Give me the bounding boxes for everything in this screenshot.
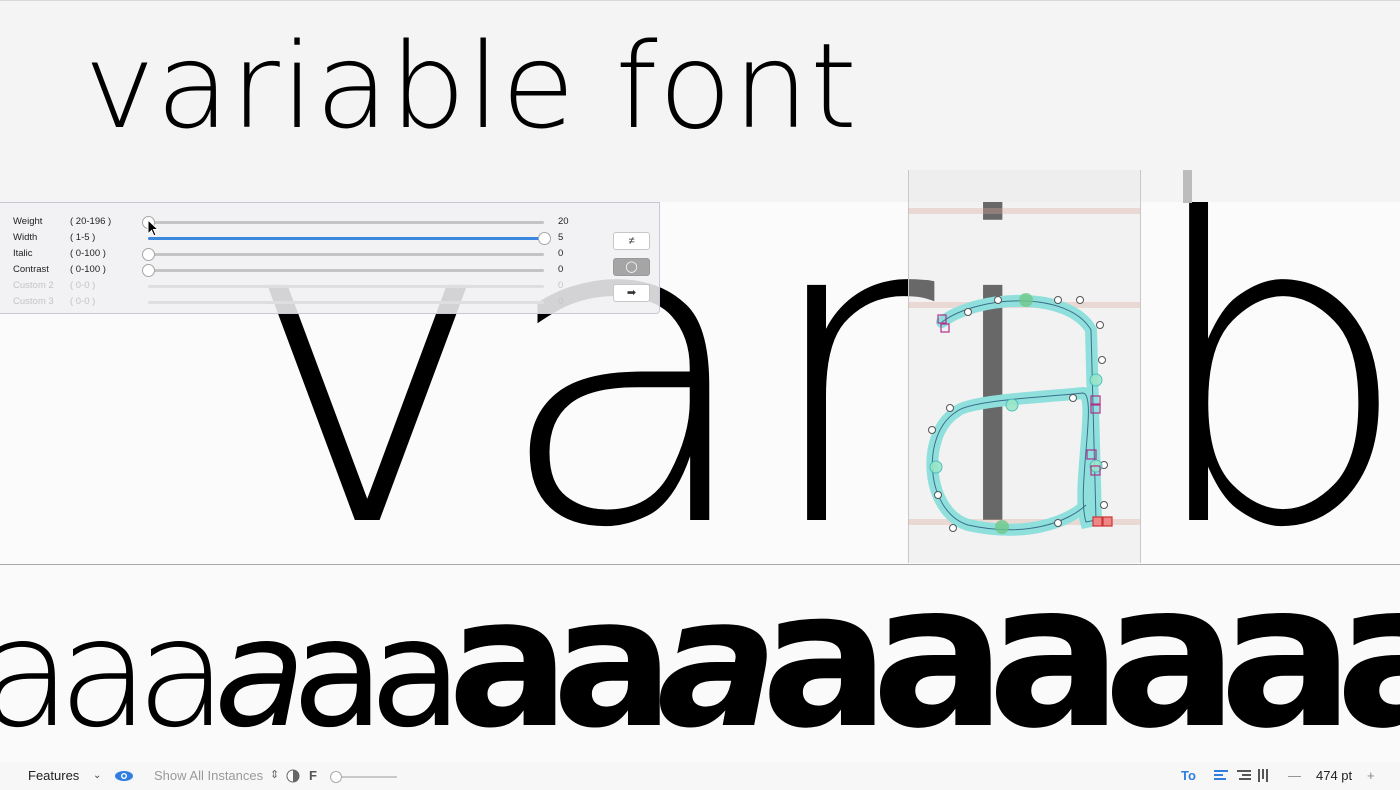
axis-slider-fill	[148, 237, 544, 240]
axis-range: ( 0-0 )	[70, 280, 96, 291]
axis-row-width: Width ( 1-5 ) 5	[0, 229, 600, 245]
eye-icon[interactable]	[114, 770, 134, 782]
instances-waterfall: aaaaaaaaaaaaaaaaaaaaaa	[0, 565, 1400, 755]
variation-axes-panel: Weight ( 20-196 ) 20 Width ( 1-5 ) 5 Ita…	[0, 202, 660, 314]
zoom-out-button[interactable]: —	[1288, 768, 1301, 783]
updown-arrows-icon[interactable]: ⇕	[270, 768, 279, 781]
waterfall-glyph: a	[448, 565, 569, 755]
axis-value: 20	[558, 216, 569, 227]
axis-value: 0	[558, 296, 564, 307]
axis-row-italic: Italic ( 0-100 ) 0	[0, 245, 600, 261]
axis-slider-knob[interactable]	[142, 264, 155, 277]
chevron-down-icon[interactable]: ⌄	[93, 770, 101, 781]
axis-label: Custom 3	[13, 296, 54, 307]
axis-label: Width	[13, 232, 38, 243]
preview-size-slider[interactable]	[330, 771, 397, 783]
axis-row-weight: Weight ( 20-196 ) 20	[0, 213, 600, 229]
waterfall-glyph: a	[552, 565, 673, 755]
font-size-value[interactable]: 474 pt	[1316, 768, 1352, 783]
axis-range: ( 1-5 )	[70, 232, 96, 243]
axis-row-custom3: Custom 3 ( 0-0 ) 0	[0, 293, 600, 309]
glyph-outline-fill	[926, 294, 1103, 536]
status-bar: Features ⌄ Show All Instances ⇕ F To — 4…	[0, 762, 1400, 790]
axis-value: 5	[558, 232, 564, 243]
align-right-icon[interactable]	[1237, 770, 1251, 782]
align-left-icon[interactable]	[1214, 770, 1228, 782]
preview-title-text: variable font	[84, 19, 859, 156]
axis-slider-knob[interactable]	[538, 232, 551, 245]
axis-range: ( 0-100 )	[70, 248, 106, 259]
waterfall-glyph: a	[657, 565, 778, 755]
axis-value: 0	[558, 280, 564, 291]
contrast-icon[interactable]	[286, 769, 300, 783]
overflow-marker	[1183, 170, 1192, 203]
axis-slider[interactable]	[142, 248, 544, 261]
features-menu[interactable]: Features	[28, 768, 79, 783]
axis-slider	[148, 285, 544, 288]
axis-slider[interactable]	[142, 216, 544, 229]
axis-range: ( 20-196 )	[70, 216, 112, 227]
waterfall-glyph: a	[761, 565, 889, 755]
axis-row-custom2: Custom 2 ( 0-0 ) 0	[0, 277, 600, 293]
waterfall-glyph: a	[987, 565, 1122, 755]
vertical-text-icon[interactable]	[1258, 769, 1270, 783]
text-tool-icon[interactable]: To	[1181, 768, 1196, 783]
zoom-in-button[interactable]: +	[1367, 768, 1375, 783]
waterfall-glyphs: aaaaaaaaaaaaaaaaaaaaaa	[0, 565, 1400, 755]
waterfall-glyph: a	[1103, 565, 1238, 755]
axis-range: ( 0-100 )	[70, 264, 106, 275]
show-all-instances-popup[interactable]: Show All Instances	[154, 768, 263, 783]
large-text-after: b	[1140, 202, 1400, 564]
not-equal-button[interactable]: ≠	[613, 232, 650, 250]
f-label: F	[309, 768, 317, 783]
circle-toggle-button[interactable]: ◯	[613, 258, 650, 276]
axis-row-contrast: Contrast ( 0-100 ) 0	[0, 261, 600, 277]
axis-value: 0	[558, 264, 564, 275]
arrow-right-button[interactable]: ➡	[613, 284, 650, 302]
axis-range: ( 0-0 )	[70, 296, 96, 307]
axis-label: Contrast	[13, 264, 49, 275]
waterfall-glyph: a	[871, 565, 1006, 755]
mouse-cursor-icon	[147, 219, 160, 237]
waterfall-glyph: a	[1335, 565, 1400, 755]
axis-slider	[148, 301, 544, 304]
axis-label: Custom 2	[13, 280, 54, 291]
preview-size-slider-knob[interactable]	[330, 771, 342, 783]
waterfall-glyph: a	[1219, 565, 1354, 755]
axis-label: Italic	[13, 248, 33, 259]
axis-slider[interactable]	[142, 264, 544, 277]
metric-ascender	[908, 208, 1140, 214]
glyph-outline-editor[interactable]	[908, 290, 1140, 550]
axis-label: Weight	[13, 216, 43, 227]
axis-slider[interactable]	[148, 232, 551, 245]
axis-value: 0	[558, 248, 564, 259]
axis-slider-knob[interactable]	[142, 248, 155, 261]
